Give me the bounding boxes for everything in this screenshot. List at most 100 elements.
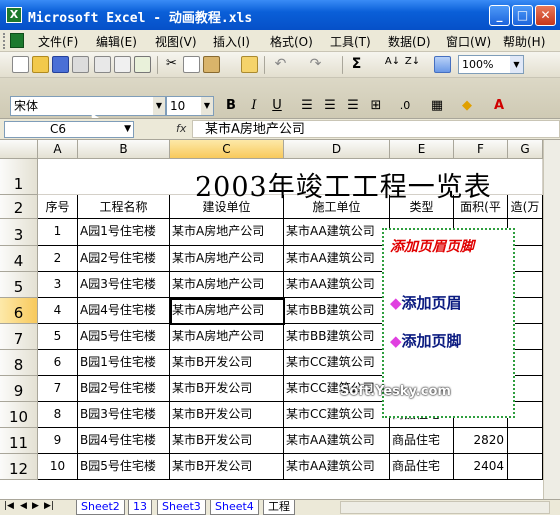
save-icon[interactable] [52,56,69,73]
row-header[interactable]: 4 [0,246,38,272]
table-cell[interactable]: 某市B开发公司 [170,402,284,428]
table-cell[interactable]: 9 [38,428,78,454]
formula-input[interactable]: 某市A房地产公司 [192,120,560,138]
table-cell[interactable]: A园2号住宅楼 [78,246,170,272]
table-cell[interactable]: B园2号住宅楼 [78,376,170,402]
table-cell[interactable]: 2404 [454,454,508,480]
table-cell[interactable]: B园5号住宅楼 [78,454,170,480]
table-cell[interactable]: B园4号住宅楼 [78,428,170,454]
minimize-button[interactable]: _ [489,5,510,26]
name-box[interactable]: C6 ▼ [4,121,134,138]
header-cell[interactable]: 工程名称 [78,195,170,219]
col-header-b[interactable]: B [78,140,170,159]
table-cell[interactable]: A园3号住宅楼 [78,272,170,298]
table-cell[interactable]: 某市AA建筑公司 [284,454,390,480]
col-header-d[interactable]: D [284,140,390,159]
grid-cell[interactable] [78,159,170,195]
table-cell[interactable]: A园4号住宅楼 [78,298,170,324]
merge-center-icon[interactable]: ⊞ [367,97,385,115]
table-cell[interactable]: 某市AA建筑公司 [284,246,390,272]
print-preview-icon[interactable] [114,56,131,73]
table-cell[interactable]: 某市CC建筑公司 [284,402,390,428]
first-sheet-icon[interactable]: |◀ [4,501,14,511]
table-cell[interactable]: 2 [38,246,78,272]
copy-icon[interactable] [183,56,200,73]
open-icon[interactable] [32,56,49,73]
fill-color-icon[interactable]: ◆ [458,97,476,115]
table-cell[interactable]: 商品住宅 [390,454,454,480]
table-cell[interactable]: 4 [38,298,78,324]
table-cell[interactable]: 1 [38,219,78,246]
row-header[interactable]: 7 [0,324,38,350]
tab-gongcheng[interactable]: 工程 [263,500,295,515]
table-cell[interactable]: 某市B开发公司 [170,350,284,376]
table-cell[interactable] [508,454,543,480]
zoom-select[interactable]: 100% ▼ [458,55,524,74]
table-cell[interactable]: 6 [38,350,78,376]
toolbar-grip[interactable] [3,33,6,49]
col-header-a[interactable]: A [38,140,78,159]
tab-sheet2[interactable]: Sheet2 [76,500,125,515]
new-icon[interactable] [12,56,29,73]
row-header[interactable]: 12 [0,454,38,480]
next-sheet-icon[interactable]: ▶ [32,501,39,511]
table-cell[interactable]: 某市CC建筑公司 [284,350,390,376]
bold-button[interactable]: B [222,97,240,115]
tab-sheet3[interactable]: Sheet3 [157,500,206,515]
menu-view[interactable]: 视图(V) [155,33,197,50]
autosum-icon[interactable]: Σ [348,56,365,73]
sort-descending-icon[interactable]: Z↓ [404,56,421,73]
grid-cell[interactable] [38,159,78,195]
spelling-icon[interactable] [134,56,151,73]
header-cell[interactable]: 造(万 [508,195,543,219]
header-cell[interactable]: 序号 [38,195,78,219]
fx-icon[interactable]: fx [176,122,186,135]
align-left-icon[interactable]: ☰ [298,97,316,115]
table-cell[interactable]: 商品住宅 [390,428,454,454]
table-cell[interactable]: 某市B开发公司 [170,376,284,402]
align-right-icon[interactable]: ☰ [344,97,362,115]
table-cell[interactable]: A园5号住宅楼 [78,324,170,350]
table-cell[interactable]: B园3号住宅楼 [78,402,170,428]
row-header[interactable]: 10 [0,402,38,428]
menu-tools[interactable]: 工具(T) [330,33,371,50]
table-cell[interactable]: 3 [38,272,78,298]
select-all-corner[interactable] [0,140,38,159]
grid-cell[interactable] [508,159,543,195]
borders-icon[interactable]: ▦ [428,97,446,115]
horizontal-scrollbar[interactable] [340,501,550,514]
menu-window[interactable]: 窗口(W) [446,33,491,50]
font-size-select[interactable]: 10 ▼ [166,96,214,116]
permission-icon[interactable] [72,56,89,73]
table-cell[interactable]: 某市B开发公司 [170,428,284,454]
italic-button[interactable]: I [245,97,263,115]
table-cell[interactable]: 某市A房地产公司 [170,272,284,298]
table-cell[interactable]: 某市BB建筑公司 [284,298,390,324]
underline-button[interactable]: U [268,97,286,115]
sort-ascending-icon[interactable]: A↓ [384,56,401,73]
maximize-button[interactable]: □ [512,5,533,26]
table-cell[interactable] [508,428,543,454]
row-header[interactable]: 3 [0,219,38,246]
col-header-e[interactable]: E [390,140,454,159]
tab-sheet4[interactable]: Sheet4 [210,500,259,515]
font-select[interactable]: 宋体 ▼ [10,96,166,116]
table-cell[interactable]: 某市A房地产公司 [170,219,284,246]
col-header-c[interactable]: C [170,140,284,159]
tab-13[interactable]: 13 [128,500,152,515]
table-cell[interactable]: 10 [38,454,78,480]
chevron-down-icon[interactable]: ▼ [510,56,523,73]
table-cell[interactable]: 某市BB建筑公司 [284,324,390,350]
menu-insert[interactable]: 插入(I) [213,33,250,50]
chevron-down-icon[interactable]: ▼ [124,122,131,137]
align-center-icon[interactable]: ☰ [321,97,339,115]
menu-help[interactable]: 帮助(H) [503,33,545,50]
col-header-f[interactable]: F [454,140,508,159]
row-header[interactable]: 11 [0,428,38,454]
close-button[interactable]: ✕ [535,5,556,26]
chevron-down-icon[interactable]: ▼ [201,97,213,115]
cut-icon[interactable]: ✂ [163,56,180,73]
menu-format[interactable]: 格式(O) [270,33,313,50]
decimal-icon[interactable]: .0 [396,97,414,115]
menu-edit[interactable]: 编辑(E) [96,33,137,50]
